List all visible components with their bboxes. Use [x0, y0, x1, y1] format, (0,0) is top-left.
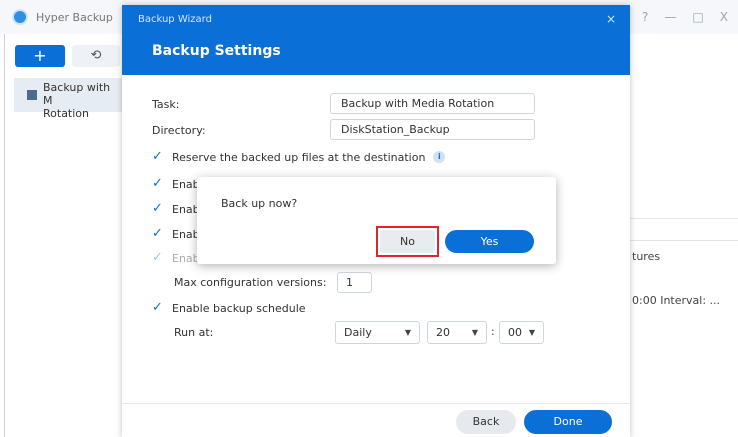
- option-checkbox[interactable]: ✓ Enab: [152, 177, 200, 191]
- hour-value: 20: [436, 326, 450, 339]
- minute-select[interactable]: 00 ▼: [499, 321, 544, 344]
- app-left-border: [4, 34, 5, 437]
- chevron-down-icon: ▼: [404, 328, 411, 337]
- backup-now-dialog: Back up now? No Yes: [197, 177, 556, 264]
- back-button[interactable]: Back: [456, 410, 516, 434]
- task-list-item[interactable]: Backup with M Rotation: [14, 78, 122, 120]
- directory-input[interactable]: DiskStation_Backup: [330, 119, 535, 140]
- app-title: Hyper Backup: [12, 9, 113, 25]
- max-versions-label: Max configuration versions:: [174, 276, 327, 289]
- task-name-input[interactable]: Backup with Media Rotation: [330, 93, 535, 114]
- frequency-select[interactable]: Daily ▼: [335, 321, 420, 344]
- task-name-label: Task:: [152, 98, 180, 111]
- footer-divider: [122, 403, 630, 404]
- checkbox-label: Enab: [172, 177, 200, 191]
- minimize-icon[interactable]: —: [664, 10, 676, 24]
- wizard-window-title: Backup Wizard: [138, 14, 212, 25]
- run-at-label: Run at:: [174, 326, 214, 339]
- time-separator: :: [491, 325, 495, 338]
- app-title-text: Hyper Backup: [36, 10, 113, 24]
- task-icon: [27, 90, 37, 100]
- restore-history-button[interactable]: ⟲: [72, 45, 120, 67]
- done-button[interactable]: Done: [524, 410, 612, 434]
- task-label: Backup with M Rotation: [43, 81, 122, 120]
- checkmark-icon: ✓: [152, 250, 163, 265]
- enable-schedule-checkbox[interactable]: ✓ Enable backup schedule: [152, 301, 306, 315]
- yes-button[interactable]: Yes: [445, 230, 534, 253]
- checkbox-label: Reserve the backed up files at the desti…: [172, 150, 426, 164]
- window-controls: ? — □ X: [642, 10, 728, 24]
- right-panel-text: 0:00 Interval: ...: [632, 294, 721, 307]
- help-icon[interactable]: ?: [642, 10, 648, 24]
- add-task-button[interactable]: +: [15, 45, 65, 67]
- option-checkbox[interactable]: ✓ Enab: [152, 227, 200, 241]
- dialog-message: Back up now?: [221, 197, 298, 210]
- checkmark-icon: ✓: [152, 226, 163, 241]
- checkmark-icon: ✓: [152, 149, 163, 164]
- divider: [630, 218, 738, 219]
- info-icon[interactable]: i: [433, 151, 446, 163]
- hour-select[interactable]: 20 ▼: [427, 321, 487, 344]
- hyper-backup-logo-icon: [12, 9, 28, 25]
- chevron-down-icon: ▼: [471, 328, 478, 337]
- checkmark-icon: ✓: [152, 300, 163, 315]
- task-label-line2: Rotation: [43, 107, 90, 120]
- divider: [630, 240, 738, 241]
- checkbox-label: Enab: [172, 202, 200, 216]
- checkmark-icon: ✓: [152, 176, 163, 191]
- checkbox-label: Enab: [172, 251, 200, 265]
- checkbox-label: Enable backup schedule: [172, 301, 306, 315]
- checkmark-icon: ✓: [152, 201, 163, 216]
- maximize-icon[interactable]: □: [692, 10, 703, 24]
- wizard-heading: Backup Settings: [152, 43, 281, 59]
- right-panel-text: tures: [632, 250, 661, 263]
- close-icon[interactable]: ×: [606, 12, 616, 26]
- option-checkbox-disabled: ✓ Enab: [152, 251, 200, 265]
- task-label-line1: Backup with M: [43, 81, 111, 107]
- close-icon[interactable]: X: [720, 10, 728, 24]
- reserve-files-checkbox[interactable]: ✓ Reserve the backed up files at the des…: [152, 149, 446, 164]
- chevron-down-icon: ▼: [528, 328, 535, 337]
- directory-label: Directory:: [152, 124, 206, 137]
- minute-value: 00: [508, 326, 522, 339]
- checkbox-label: Enab: [172, 227, 200, 241]
- option-checkbox[interactable]: ✓ Enab: [152, 202, 200, 216]
- no-button[interactable]: No: [380, 230, 435, 253]
- max-versions-input[interactable]: 1: [337, 272, 372, 293]
- frequency-value: Daily: [344, 326, 372, 339]
- wizard-header: Backup Wizard × Backup Settings: [122, 5, 630, 75]
